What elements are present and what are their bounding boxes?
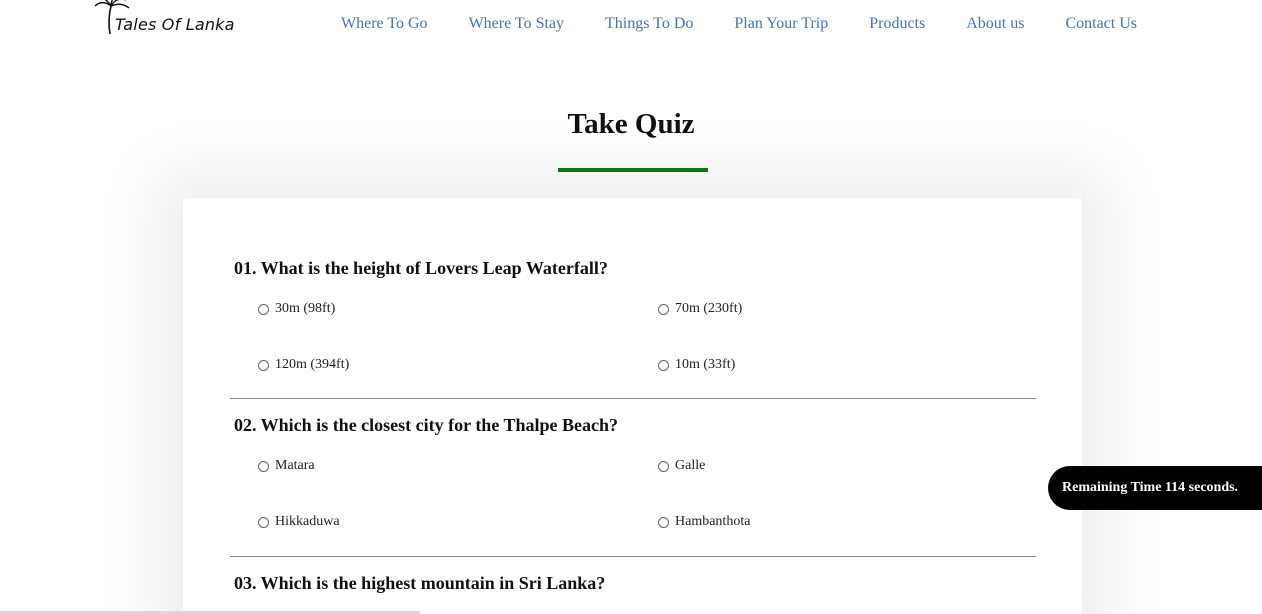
q1-option-4[interactable]: 10m (33ft) (658, 357, 735, 373)
option-label: Galle (675, 458, 706, 473)
radio-button[interactable] (258, 516, 269, 528)
q1-option-2[interactable]: 70m (230ft) (658, 301, 742, 317)
nav-things-to-do[interactable]: Things To Do (605, 15, 693, 33)
option-label: Hikkaduwa (275, 514, 340, 529)
nav-plan-your-trip[interactable]: Plan Your Trip (734, 15, 828, 33)
nav-about-us[interactable]: About us (966, 15, 1024, 33)
site-logo[interactable]: Tales Of Lanka (93, 0, 234, 40)
option-label: 30m (98ft) (275, 301, 336, 316)
option-label: 120m (394ft) (275, 357, 350, 372)
option-label: Matara (275, 458, 315, 473)
nav-where-to-stay[interactable]: Where To Stay (469, 15, 564, 33)
question-3: 03. Which is the highest mountain in Sri… (234, 573, 606, 593)
nav-where-to-go[interactable]: Where To Go (341, 15, 428, 33)
nav-products[interactable]: Products (869, 15, 925, 33)
nav-contact-us[interactable]: Contact Us (1065, 15, 1137, 33)
page-title: Take Quiz (567, 108, 695, 140)
radio-button[interactable] (658, 359, 669, 371)
quiz-card: 01. What is the height of Lovers Leap Wa… (183, 198, 1082, 614)
main-nav: Where To Go Where To Stay Things To Do P… (341, 15, 1137, 33)
question-2: 02. Which is the closest city for the Th… (234, 415, 618, 435)
q2-option-3[interactable]: Hikkaduwa (258, 514, 340, 530)
option-label: Hambanthota (675, 514, 751, 529)
remaining-time-badge: Remaining Time 114 seconds. (1048, 466, 1262, 510)
radio-button[interactable] (658, 460, 669, 472)
q1-option-3[interactable]: 120m (394ft) (258, 357, 349, 373)
radio-button[interactable] (258, 460, 269, 472)
title-underline (558, 168, 708, 172)
q2-option-1[interactable]: Matara (258, 458, 315, 474)
question-divider (230, 556, 1036, 557)
option-label: 10m (33ft) (675, 357, 736, 372)
question-divider (230, 398, 1036, 399)
radio-button[interactable] (258, 303, 269, 315)
option-label: 70m (230ft) (675, 301, 743, 316)
q1-option-1[interactable]: 30m (98ft) (258, 301, 335, 317)
radio-button[interactable] (658, 303, 669, 315)
q2-option-2[interactable]: Galle (658, 458, 705, 474)
radio-button[interactable] (658, 516, 669, 528)
q2-option-4[interactable]: Hambanthota (658, 514, 750, 530)
radio-button[interactable] (258, 359, 269, 371)
page: Tales Of Lanka Where To Go Where To Stay… (0, 0, 1262, 614)
logo-text: Tales Of Lanka (115, 15, 235, 34)
question-1: 01. What is the height of Lovers Leap Wa… (234, 258, 608, 278)
